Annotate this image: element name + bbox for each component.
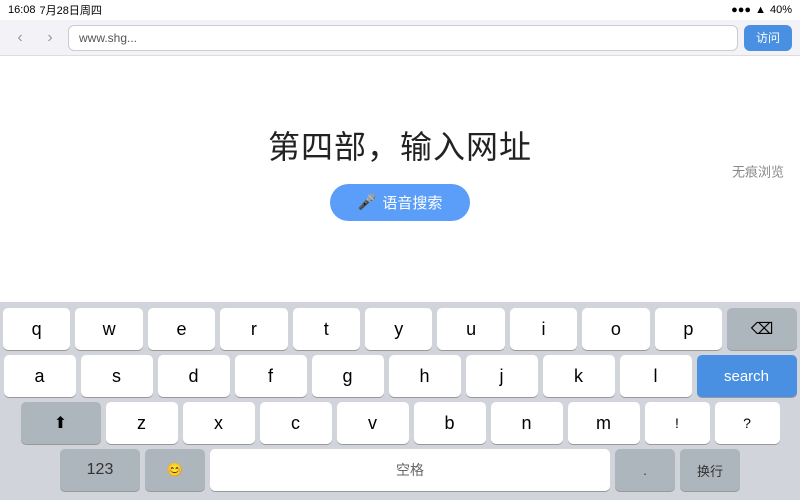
key-r[interactable]: r [220,308,287,350]
browser-toolbar: ‹ › www.shg... 访问 [0,20,800,56]
emoji-key[interactable]: 😊 [145,449,205,491]
incognito-label: 无痕浏览 [732,162,784,181]
key-s[interactable]: s [81,355,153,397]
key-h[interactable]: h [389,355,461,397]
key-j[interactable]: j [466,355,538,397]
backspace-key[interactable]: ⌫ [727,308,797,350]
signal-icon: ●●● [731,4,751,16]
visit-button[interactable]: 访问 [744,25,792,51]
url-bar[interactable]: www.shg... [68,25,738,51]
key-g[interactable]: g [312,355,384,397]
keyboard-row-4: 123 😊 空格 . 换行 [3,449,797,491]
page-title: 第四部，输入网址 [268,122,532,168]
voice-search-label: 语音搜索 [382,192,442,213]
status-date: 7月28日周四 [40,2,102,18]
key-e[interactable]: e [148,308,215,350]
key-u[interactable]: u [437,308,504,350]
key-w[interactable]: w [75,308,142,350]
forward-button[interactable]: › [38,26,62,50]
key-p[interactable]: p [655,308,722,350]
forward-icon: › [47,29,52,47]
key-i[interactable]: i [510,308,577,350]
key-z[interactable]: z [106,402,178,444]
key-question[interactable]: ? [715,402,780,444]
back-button[interactable]: ‹ [8,26,32,50]
key-k[interactable]: k [543,355,615,397]
url-text: www.shg... [79,31,137,45]
keyboard-row-3: ⬆ z x c v b n m ! ? [3,402,797,444]
key-y[interactable]: y [365,308,432,350]
voice-search-button[interactable]: 🎤 语音搜索 [330,184,471,221]
key-l[interactable]: l [620,355,692,397]
key-q[interactable]: q [3,308,70,350]
numbers-key[interactable]: 123 [60,449,140,491]
space-key[interactable]: 空格 [210,449,610,491]
key-t[interactable]: t [293,308,360,350]
key-x[interactable]: x [183,402,255,444]
status-bar: 16:08 7月28日周四 ●●● ▲ 40% [0,0,800,20]
keyboard: q w e r t y u i o p ⌫ a s d f g h j k l … [0,302,800,500]
search-key[interactable]: search [697,355,797,397]
back-icon: ‹ [17,29,22,47]
status-time: 16:08 [8,4,36,16]
shift-key[interactable]: ⬆ [21,402,101,444]
microphone-icon: 🎤 [358,193,377,211]
return-key[interactable]: 换行 [680,449,740,491]
key-exclamation[interactable]: ! [645,402,710,444]
period-key[interactable]: . [615,449,675,491]
key-m[interactable]: m [568,402,640,444]
battery-indicator: 40% [770,4,792,16]
key-a[interactable]: a [4,355,76,397]
wifi-icon: ▲ [755,4,766,16]
key-d[interactable]: d [158,355,230,397]
key-c[interactable]: c [260,402,332,444]
keyboard-row-1: q w e r t y u i o p ⌫ [3,308,797,350]
keyboard-row-2: a s d f g h j k l search [3,355,797,397]
key-o[interactable]: o [582,308,649,350]
key-b[interactable]: b [414,402,486,444]
key-v[interactable]: v [337,402,409,444]
page-content: 第四部，输入网址 🎤 语音搜索 无痕浏览 [0,56,800,286]
key-f[interactable]: f [235,355,307,397]
key-n[interactable]: n [491,402,563,444]
